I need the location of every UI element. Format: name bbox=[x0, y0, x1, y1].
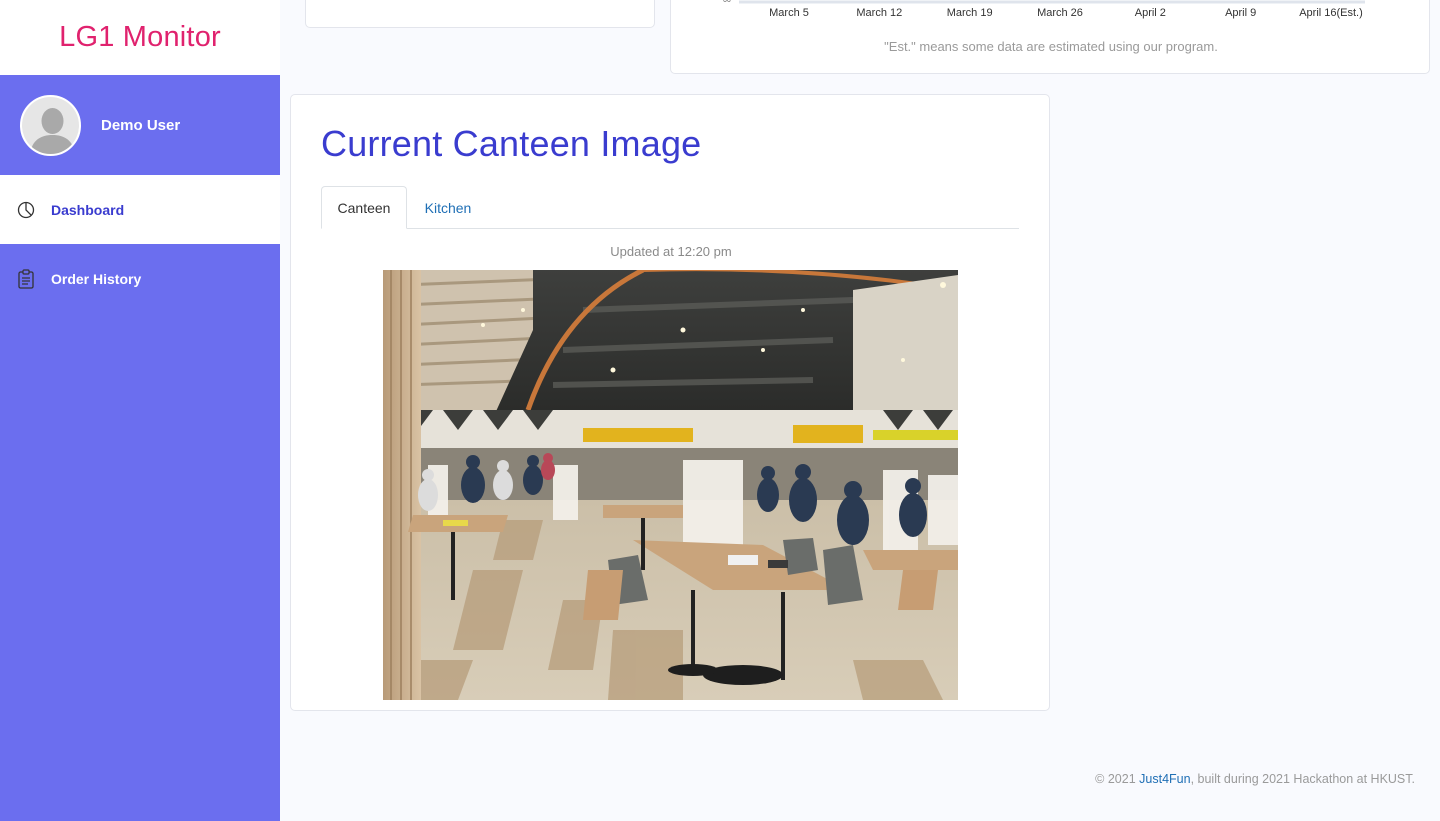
usage-chart-card: 66 March 5 March 12 March 19 March 26 April … bbox=[670, 0, 1430, 74]
canteen-photo bbox=[383, 270, 958, 700]
sidebar-item-dashboard[interactable]: Dashboard bbox=[0, 175, 280, 244]
brand-header: LG1 Monitor bbox=[0, 0, 280, 75]
footer-prefix: © 2021 bbox=[1095, 772, 1140, 786]
app-title[interactable]: LG1 Monitor bbox=[59, 21, 221, 54]
pie-chart-icon bbox=[16, 200, 36, 220]
user-name: Demo User bbox=[101, 116, 181, 134]
canteen-image-card: Current Canteen Image Canteen Kitchen Up… bbox=[290, 94, 1050, 711]
sidebar-item-label: Dashboard bbox=[51, 201, 125, 218]
chart-x-tick-label: April 2 bbox=[1135, 7, 1166, 19]
chart-x-tick-label: March 26 bbox=[1037, 7, 1083, 19]
chart-y-tick: 66 bbox=[723, 0, 731, 4]
updated-time: Updated at 12:20 pm bbox=[610, 244, 732, 259]
footer: © 2021 Just4Fun, built during 2021 Hacka… bbox=[1095, 772, 1415, 786]
tab-canteen[interactable]: Canteen bbox=[321, 186, 407, 229]
top-left-card bbox=[305, 0, 655, 28]
avatar[interactable] bbox=[20, 94, 81, 156]
footer-link[interactable]: Just4Fun bbox=[1139, 772, 1190, 786]
tab-kitchen[interactable]: Kitchen bbox=[407, 186, 489, 229]
chart-x-tick-label: April 9 bbox=[1225, 7, 1256, 19]
sidebar-item-order-history[interactable]: Order History bbox=[0, 244, 280, 313]
clipboard-icon bbox=[16, 268, 36, 289]
user-panel: Demo User bbox=[0, 75, 280, 175]
image-tabs: Canteen Kitchen bbox=[321, 186, 1019, 229]
chart-x-tick-label: March 12 bbox=[856, 7, 902, 19]
sidebar-item-label: Order History bbox=[51, 270, 142, 287]
chart-x-tick-label: April 16(Est.) bbox=[1299, 7, 1363, 19]
footer-suffix: , built during 2021 Hackathon at HKUST. bbox=[1190, 772, 1415, 786]
sidebar: LG1 Monitor Demo User Dashboard Order Hi… bbox=[0, 0, 280, 821]
estimate-note: "Est." means some data are estimated usi… bbox=[884, 39, 1218, 54]
chart-x-tick-label: March 19 bbox=[947, 7, 993, 19]
chart-x-axis: 66 March 5 March 12 March 19 March 26 April … bbox=[723, 0, 1365, 19]
chart-x-tick-label: March 5 bbox=[769, 7, 809, 19]
avatar-placeholder-icon bbox=[22, 96, 79, 154]
card-title: Current Canteen Image bbox=[321, 123, 702, 164]
